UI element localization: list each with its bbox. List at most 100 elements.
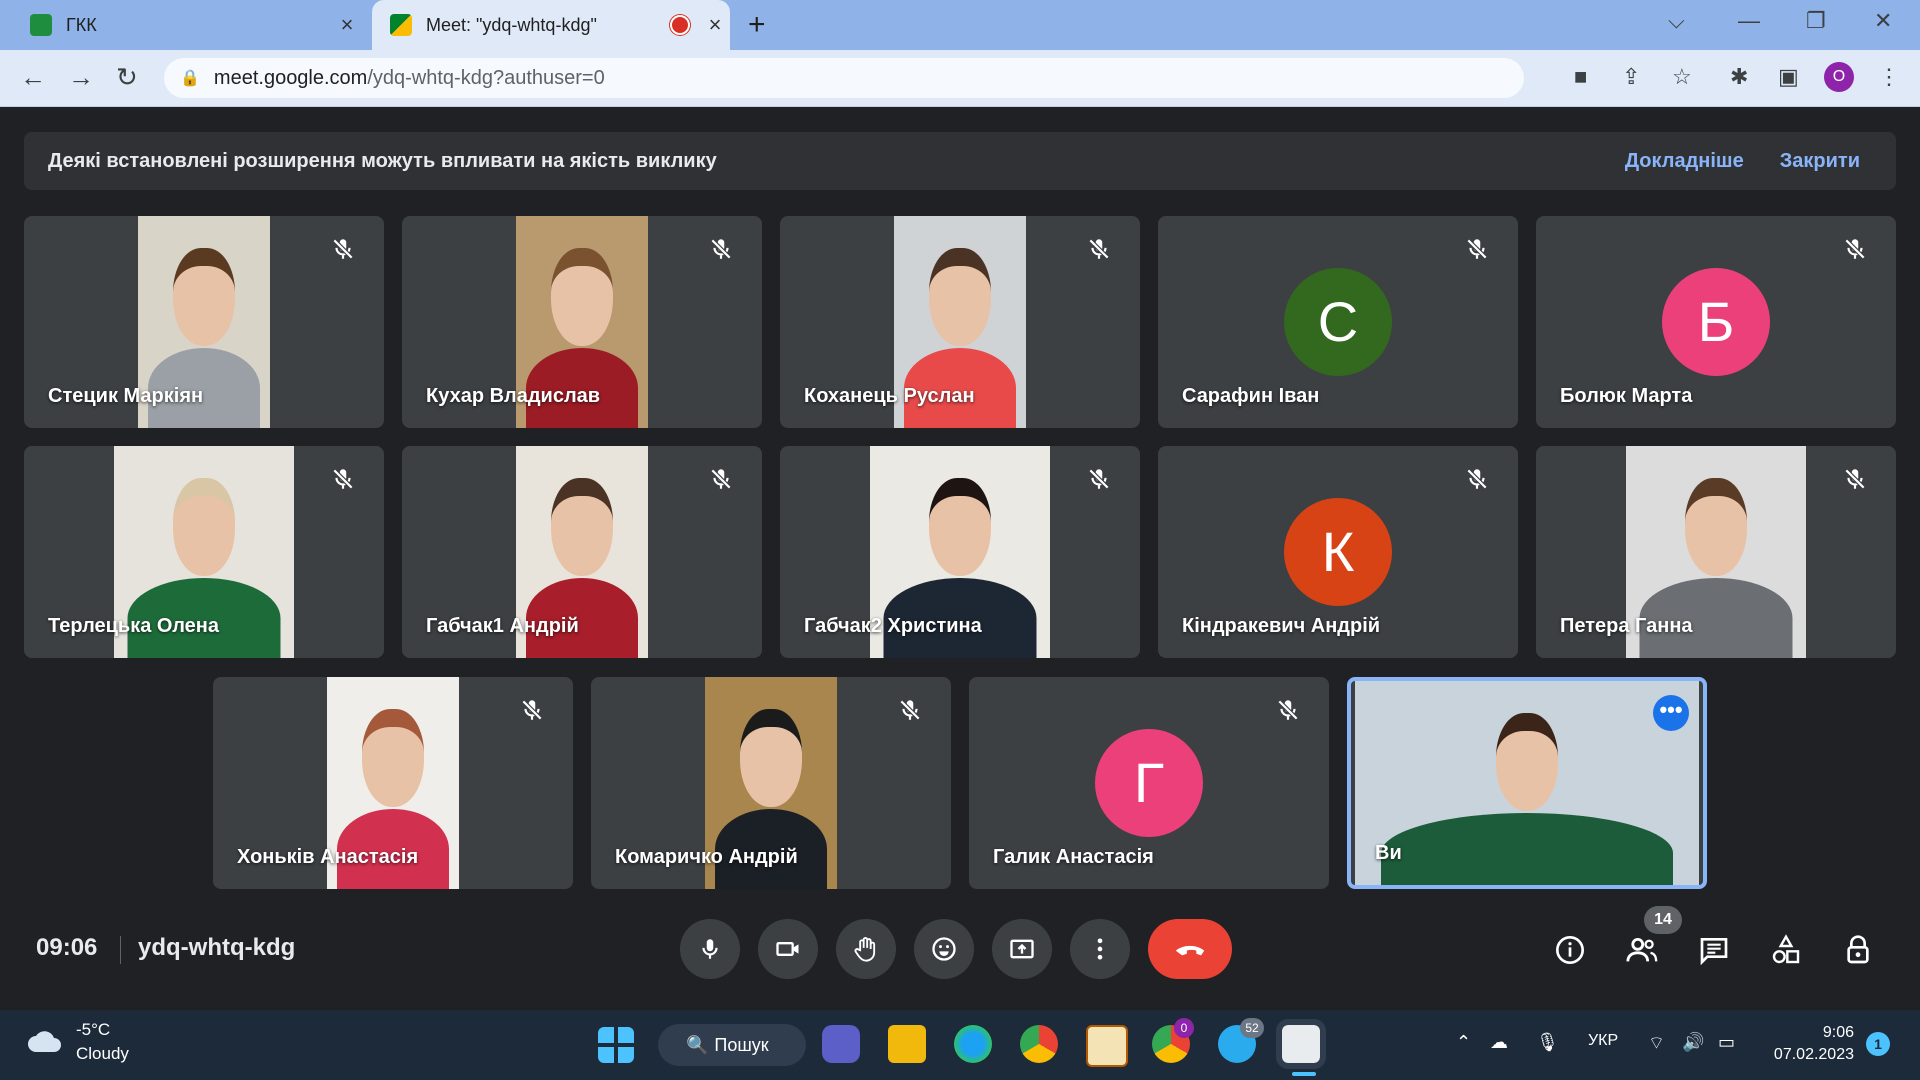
- participant-tile[interactable]: Стецик Маркіян: [24, 216, 384, 428]
- divider: [120, 936, 121, 964]
- tab-gkk[interactable]: ГКК ×: [12, 0, 362, 50]
- muted-mic-icon: [1464, 466, 1496, 498]
- share-icon[interactable]: ⇪: [1622, 64, 1640, 90]
- camera-button[interactable]: [758, 919, 818, 979]
- notepad-icon[interactable]: [1086, 1025, 1128, 1067]
- restore-icon[interactable]: ❐: [1806, 8, 1826, 34]
- present-screen-button[interactable]: [992, 919, 1052, 979]
- language-indicator[interactable]: УКР: [1588, 1032, 1618, 1050]
- chrome-icon[interactable]: [1020, 1025, 1058, 1063]
- chat-button[interactable]: [1694, 930, 1734, 970]
- windows-start-icon[interactable]: [598, 1027, 634, 1063]
- tile-more-options-button[interactable]: •••: [1653, 695, 1689, 731]
- participant-name: Коханець Руслан: [804, 385, 975, 407]
- url-input[interactable]: 🔒 meet.google.com/ydq-whtq-kdg?authuser=…: [164, 58, 1524, 98]
- cloud-icon: [28, 1031, 61, 1052]
- participant-video: [1355, 681, 1699, 885]
- snipping-tool-icon[interactable]: [1276, 1019, 1326, 1069]
- edge-icon[interactable]: [954, 1025, 992, 1063]
- meeting-details-button[interactable]: [1550, 930, 1590, 970]
- participant-tile[interactable]: Б Болюк Марта: [1536, 216, 1896, 428]
- muted-mic-icon: [330, 466, 362, 498]
- self-video-tile[interactable]: ••• Ви: [1347, 677, 1707, 889]
- reactions-button[interactable]: [914, 919, 974, 979]
- participant-tile[interactable]: Хоньків Анастасія: [213, 677, 573, 889]
- classroom-icon: [30, 14, 52, 36]
- participant-tile[interactable]: Габчак2 Христина: [780, 446, 1140, 658]
- participant-tile[interactable]: Г Галик Анастасія: [969, 677, 1329, 889]
- taskbar-clock[interactable]: 9:06 07.02.2023: [1774, 1022, 1854, 1066]
- side-panel-icon[interactable]: ▣: [1778, 64, 1799, 90]
- participant-tile[interactable]: Габчак1 Андрій: [402, 446, 762, 658]
- muted-mic-icon: [1086, 236, 1118, 268]
- url-path: /ydq-whtq-kdg?authuser=0: [367, 66, 605, 89]
- participant-tile[interactable]: Петера Ганна: [1536, 446, 1896, 658]
- new-tab-button[interactable]: +: [748, 8, 766, 42]
- participant-tile[interactable]: С Сарафин Іван: [1158, 216, 1518, 428]
- recording-icon: [670, 15, 690, 35]
- teams-chat-icon[interactable]: [822, 1025, 860, 1063]
- activities-button[interactable]: [1766, 930, 1806, 970]
- people-button[interactable]: [1622, 930, 1662, 970]
- camera-in-use-icon[interactable]: ■: [1574, 64, 1587, 90]
- muted-mic-icon: [1842, 466, 1874, 498]
- close-tab-icon[interactable]: ×: [332, 12, 362, 38]
- learn-more-link[interactable]: Докладніше: [1625, 150, 1744, 173]
- notification-badge[interactable]: 1: [1866, 1032, 1890, 1056]
- tab-title: ГКК: [66, 14, 97, 35]
- host-controls-button[interactable]: [1838, 930, 1878, 970]
- bookmark-star-icon[interactable]: ☆: [1672, 64, 1692, 90]
- clock-time: 9:06: [1822, 1024, 1854, 1041]
- weather-condition[interactable]: Cloudy: [76, 1044, 129, 1064]
- forward-icon[interactable]: →: [68, 62, 94, 93]
- participant-tile[interactable]: Коханець Руслан: [780, 216, 1140, 428]
- url-host: meet.google.com: [213, 66, 368, 89]
- weather-temperature[interactable]: -5°C: [76, 1020, 110, 1040]
- microphone-button[interactable]: [680, 919, 740, 979]
- more-options-button[interactable]: [1070, 919, 1130, 979]
- profile-avatar[interactable]: O: [1824, 62, 1854, 92]
- participant-name: Габчак2 Христина: [804, 615, 982, 637]
- browser-tab-strip: ГКК × Meet: "ydq-whtq-kdg" × + ⌵ — ❐ ✕: [0, 0, 1920, 50]
- participant-tile[interactable]: Комаричко Андрій: [591, 677, 951, 889]
- participant-avatar: С: [1284, 268, 1392, 376]
- taskbar-search[interactable]: 🔍 Пошук: [658, 1024, 806, 1066]
- minimize-icon[interactable]: —: [1738, 8, 1760, 34]
- extensions-warning-banner: Деякі встановлені розширення можуть впли…: [24, 132, 1896, 190]
- chrome-badge: 0: [1174, 1018, 1194, 1038]
- file-explorer-icon[interactable]: [888, 1025, 926, 1063]
- participant-name: Терлецька Олена: [48, 615, 219, 637]
- tab-search-icon[interactable]: ⌵: [1668, 8, 1685, 34]
- participant-tile[interactable]: Кухар Владислав: [402, 216, 762, 428]
- camera-icon: [776, 942, 799, 956]
- back-icon[interactable]: ←: [20, 62, 46, 93]
- lock-icon: 🔒: [180, 70, 200, 87]
- onedrive-icon[interactable]: ☁: [1490, 1032, 1508, 1053]
- volume-icon[interactable]: 🔊: [1682, 1032, 1704, 1053]
- participant-tile[interactable]: К Кіндракевич Андрій: [1158, 446, 1518, 658]
- participant-name: Галик Анастасія: [993, 846, 1154, 868]
- close-window-icon[interactable]: ✕: [1874, 8, 1892, 34]
- participant-avatar: Г: [1095, 729, 1203, 837]
- end-call-icon: [1175, 945, 1205, 956]
- reload-icon[interactable]: ↻: [116, 62, 138, 93]
- muted-mic-icon: [708, 466, 740, 498]
- wifi-icon[interactable]: ⌔: [1648, 1032, 1665, 1055]
- leave-call-button[interactable]: [1148, 919, 1232, 979]
- raise-hand-button[interactable]: [836, 919, 896, 979]
- battery-icon[interactable]: ▭: [1718, 1032, 1735, 1053]
- extensions-icon[interactable]: ✱: [1730, 64, 1748, 90]
- muted-mic-icon: [519, 697, 551, 729]
- tab-meet[interactable]: Meet: "ydq-whtq-kdg" ×: [372, 0, 730, 50]
- participant-name: Болюк Марта: [1560, 385, 1693, 407]
- close-tab-icon[interactable]: ×: [700, 12, 730, 38]
- taskbar: -5°C Cloudy 🔍 Пошук 0 52 ⌃ ☁ 🎙 УКР ⌔ 🔊 ▭…: [0, 1010, 1920, 1080]
- meeting-time: 09:06: [36, 934, 98, 961]
- participant-tile[interactable]: Терлецька Олена: [24, 446, 384, 658]
- search-label: Пошук: [714, 1034, 769, 1055]
- microphone-tray-icon[interactable]: 🎙: [1536, 1032, 1559, 1053]
- participant-name: Кіндракевич Андрій: [1182, 615, 1381, 637]
- close-banner-link[interactable]: Закрити: [1780, 150, 1860, 173]
- show-hidden-icons[interactable]: ⌃: [1456, 1032, 1471, 1053]
- browser-menu-icon[interactable]: ⋮: [1878, 64, 1900, 90]
